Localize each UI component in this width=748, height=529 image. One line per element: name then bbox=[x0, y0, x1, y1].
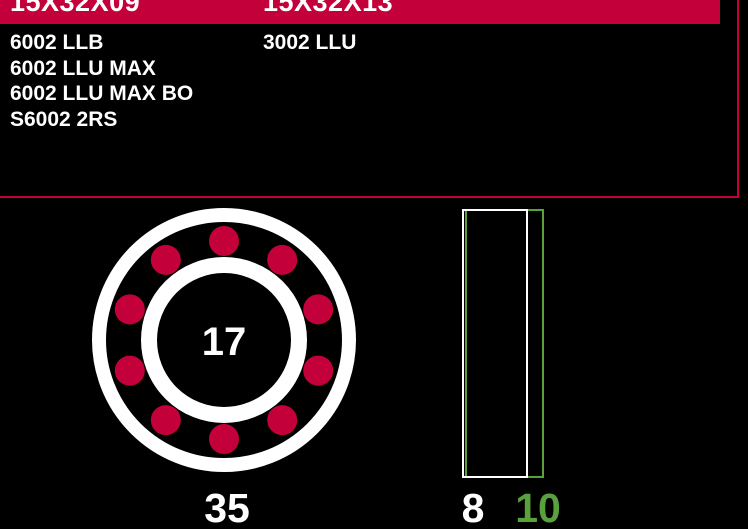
outer-diameter-label: 35 bbox=[204, 485, 250, 529]
column-list-1: 6002 LLB 6002 LLU MAX 6002 LLU MAX BO S6… bbox=[10, 30, 193, 132]
ball bbox=[209, 226, 239, 256]
ball bbox=[150, 405, 181, 436]
column-heading-1: 15X32X09 bbox=[10, 0, 141, 17]
width-outline-green bbox=[465, 209, 544, 478]
list-item: S6002 2RS bbox=[10, 107, 118, 131]
width-label-white: 8 bbox=[462, 485, 485, 529]
column-heading-2: 15X32X13 bbox=[263, 0, 394, 17]
inner-diameter-label: 17 bbox=[202, 320, 247, 364]
ball bbox=[114, 294, 145, 325]
bearing-front-view: 17 35 bbox=[92, 208, 356, 529]
ball bbox=[150, 244, 181, 275]
list-item: 6002 LLU MAX BO bbox=[10, 82, 194, 105]
ball bbox=[303, 294, 334, 325]
bearing-side-view: 8 10 bbox=[462, 209, 561, 529]
ball bbox=[209, 424, 239, 454]
width-outline-white bbox=[462, 209, 528, 478]
list-item: 6002 LLU MAX bbox=[10, 56, 156, 80]
ball bbox=[267, 405, 298, 436]
header-bar: 15X32X09 15X32X13 bbox=[0, 0, 720, 24]
list-item: 3002 LLU bbox=[263, 31, 357, 54]
ball bbox=[267, 244, 298, 275]
list-item: 6002 LLB bbox=[10, 31, 104, 54]
column-list-2: 3002 LLU bbox=[263, 30, 356, 56]
ball bbox=[303, 355, 334, 386]
ball bbox=[114, 355, 145, 386]
bearing-diagram: 17 35 8 10 bbox=[92, 208, 561, 529]
divider-vertical bbox=[737, 0, 739, 198]
width-label-green: 10 bbox=[515, 485, 561, 529]
